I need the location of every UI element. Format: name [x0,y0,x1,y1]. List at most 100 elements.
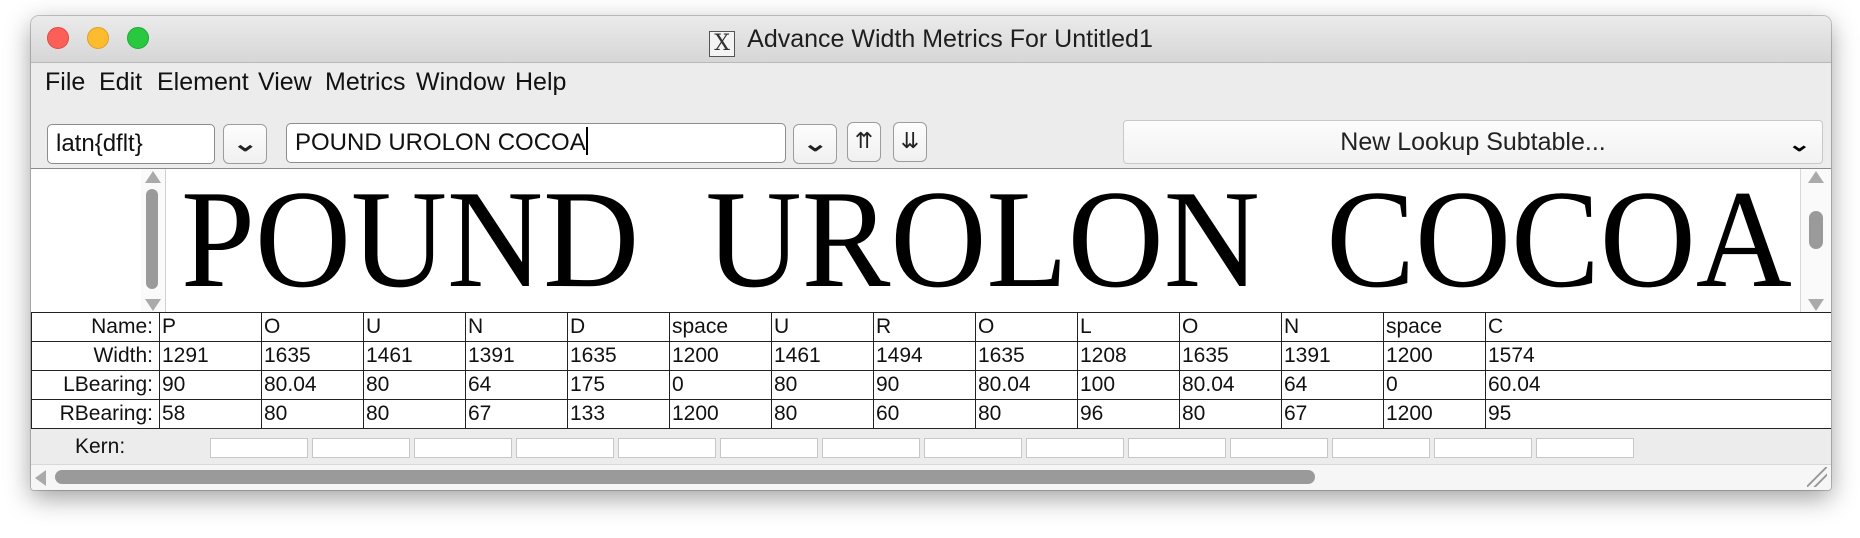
rbearing-cell[interactable]: 80 [771,399,874,429]
kern-input-cell[interactable] [1128,438,1226,458]
menu-element[interactable]: Element [157,67,249,97]
lbearing-cell[interactable]: 60.04 [1485,370,1831,400]
lbearing-cell[interactable]: 80.04 [975,370,1078,400]
scrollbar-thumb[interactable] [1809,211,1823,249]
menu-help[interactable]: Help [515,67,566,97]
rbearing-cell[interactable]: 67 [1281,399,1384,429]
rbearing-cell[interactable]: 1200 [1383,399,1486,429]
rbearing-cell[interactable]: 133 [567,399,670,429]
chevron-down-icon: ⌄ [232,131,258,156]
scroll-left-arrow-icon[interactable] [35,470,46,486]
width-cell[interactable]: 1200 [1383,341,1486,371]
menu-metrics[interactable]: Metrics [325,67,406,97]
lbearing-cell[interactable]: 90 [873,370,976,400]
lbearing-cell[interactable]: 100 [1077,370,1180,400]
window-title-text: Advance Width Metrics For Untitled1 [747,25,1153,53]
rbearing-cell[interactable]: 60 [873,399,976,429]
preview-left-scrollbar[interactable] [141,169,166,313]
resize-grip-icon[interactable] [1807,467,1827,487]
width-cell[interactable]: 1208 [1077,341,1180,371]
kern-input-cell[interactable] [618,438,716,458]
scroll-up-arrow-icon[interactable] [1808,171,1824,183]
text-history-dropdown-button[interactable]: ⌄ [793,124,837,164]
scrollbar-thumb[interactable] [55,470,1315,484]
width-cell[interactable]: 1200 [669,341,772,371]
toolbar: latn{dflt} ⌄ POUND UROLON COCOA ⌄ ⇈ ⇊ Ne… [31,104,1831,168]
rbearing-cell[interactable]: 58 [159,399,262,429]
lbearing-cell[interactable]: 80.04 [1179,370,1282,400]
width-cell[interactable]: 1635 [567,341,670,371]
lbearing-cell[interactable]: 175 [567,370,670,400]
lbearing-cell[interactable]: 80.04 [261,370,364,400]
chevron-down-icon: ⌄ [1787,134,1812,156]
name-cell: N [465,312,568,342]
rbearing-cell[interactable]: 80 [261,399,364,429]
glyph-thumbnail [33,169,142,313]
kern-input-cell[interactable] [924,438,1022,458]
lbearing-cell[interactable]: 64 [1281,370,1384,400]
text-input[interactable]: POUND UROLON COCOA [286,123,786,163]
metrics-window: X Advance Width Metrics For Untitled1 Fil… [31,16,1831,490]
name-cell: U [363,312,466,342]
lbearing-cell[interactable]: 64 [465,370,568,400]
width-cell[interactable]: 1494 [873,341,976,371]
name-cell: D [567,312,670,342]
kern-input-cell[interactable] [1230,438,1328,458]
rbearing-cell[interactable]: 1200 [669,399,772,429]
kern-input-cell[interactable] [210,438,308,458]
menu-view[interactable]: View [258,67,312,97]
rbearing-cell[interactable]: 96 [1077,399,1180,429]
script-lang-field[interactable]: latn{dflt} [47,124,215,164]
kern-input-cell[interactable] [516,438,614,458]
name-cell: N [1281,312,1384,342]
horizontal-scrollbar[interactable] [31,464,1831,490]
rbearing-cell[interactable]: 67 [465,399,568,429]
arrow-down-icon: ⇊ [900,129,920,154]
scroll-down-arrow-icon[interactable] [1808,299,1824,311]
kern-input-cell[interactable] [1026,438,1124,458]
script-lang-dropdown-button[interactable]: ⌄ [223,124,267,164]
rbearing-cell[interactable]: 80 [1179,399,1282,429]
preview-right-scrollbar[interactable] [1800,169,1831,313]
width-cell[interactable]: 1461 [363,341,466,371]
scrollbar-thumb[interactable] [146,189,158,289]
kern-input-cell[interactable] [822,438,920,458]
lbearing-cell[interactable]: 80 [363,370,466,400]
scroll-down-arrow-icon[interactable] [145,299,161,311]
menu-edit[interactable]: Edit [99,67,142,97]
width-cell[interactable]: 1391 [1281,341,1384,371]
lbearing-cell[interactable]: 80 [771,370,874,400]
kern-input-cell[interactable] [414,438,512,458]
width-cell[interactable]: 1574 [1485,341,1831,371]
rbearing-cell[interactable]: 80 [363,399,466,429]
menu-window[interactable]: Window [416,67,505,97]
glyph-preview-area: POUND UROLON COCOA [31,168,1831,313]
kern-input-cell[interactable] [720,438,818,458]
width-cell[interactable]: 1461 [771,341,874,371]
menu-file[interactable]: File [45,67,85,97]
rbearing-cell[interactable]: 80 [975,399,1078,429]
width-cell[interactable]: 1635 [261,341,364,371]
glyph-preview-text[interactable]: POUND UROLON COCOA [181,170,1792,310]
name-cell: R [873,312,976,342]
lbearing-cell[interactable]: 0 [1383,370,1486,400]
lbearing-cell[interactable]: 0 [669,370,772,400]
width-cell[interactable]: 1635 [975,341,1078,371]
move-down-button[interactable]: ⇊ [893,122,927,162]
name-cell: U [771,312,874,342]
width-cell[interactable]: 1635 [1179,341,1282,371]
kern-row: Kern: [31,433,1831,461]
scroll-up-arrow-icon[interactable] [145,171,161,183]
lookup-subtable-dropdown[interactable]: New Lookup Subtable... ⌄ [1123,120,1823,164]
width-cell[interactable]: 1391 [465,341,568,371]
name-cell: C [1485,312,1831,342]
lbearing-cell[interactable]: 90 [159,370,262,400]
kern-input-cell[interactable] [1536,438,1634,458]
kern-input-cell[interactable] [312,438,410,458]
move-up-button[interactable]: ⇈ [847,122,881,162]
rbearing-cell[interactable]: 95 [1485,399,1831,429]
kern-input-cell[interactable] [1434,438,1532,458]
width-cell[interactable]: 1291 [159,341,262,371]
name-cell: space [1383,312,1486,342]
kern-input-cell[interactable] [1332,438,1430,458]
